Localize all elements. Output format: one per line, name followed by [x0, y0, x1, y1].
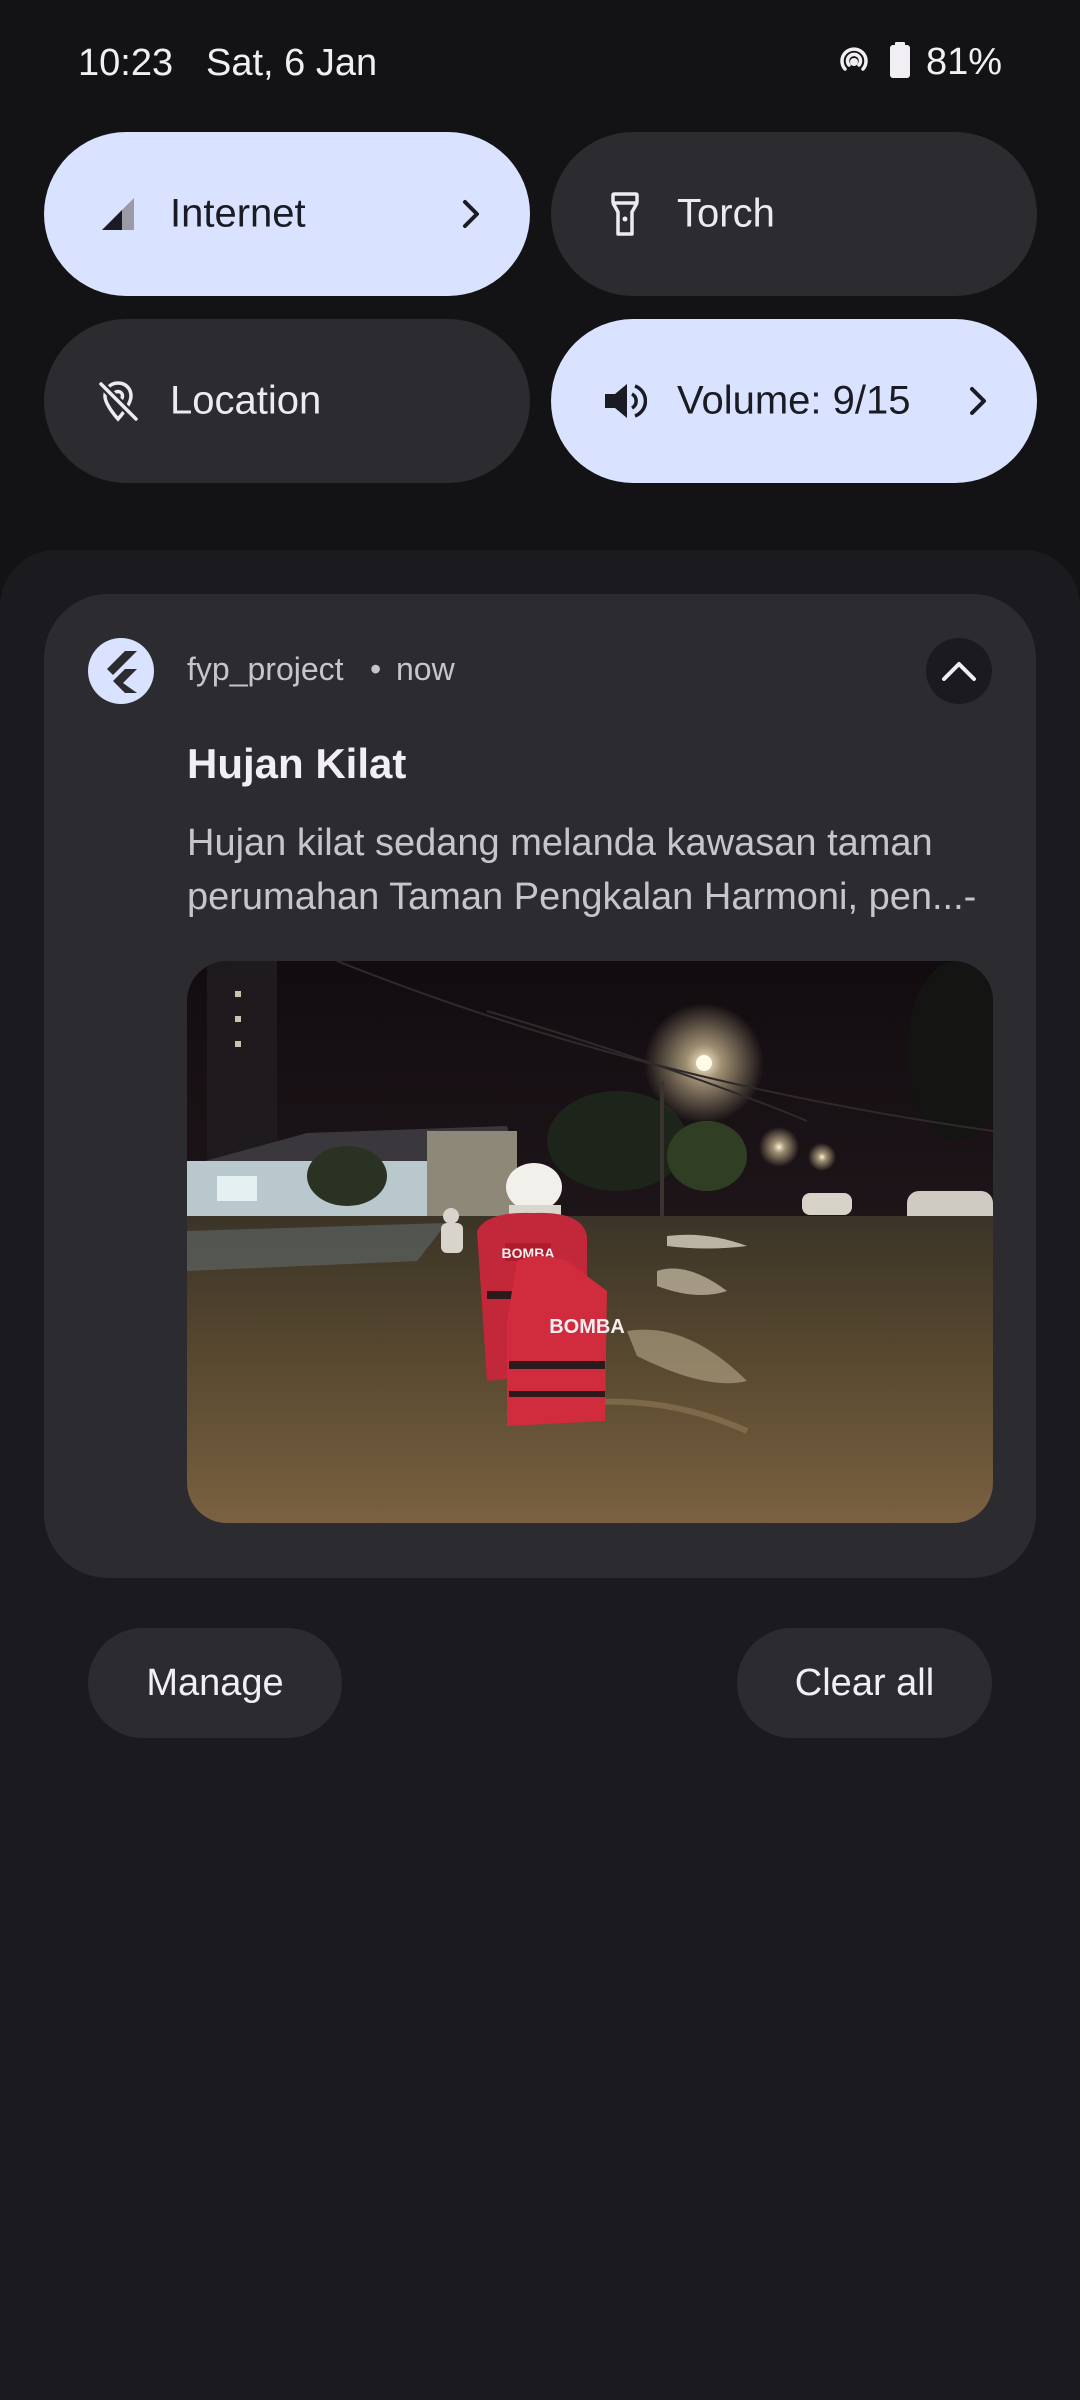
- tile-volume[interactable]: Volume: 9/15: [551, 319, 1037, 483]
- location-off-icon: [96, 379, 140, 423]
- tile-torch[interactable]: Torch: [551, 132, 1037, 296]
- notification-title: Hujan Kilat: [187, 740, 407, 787]
- volume-icon: [603, 379, 647, 423]
- notification-separator: •: [370, 651, 382, 687]
- manage-button[interactable]: Manage: [88, 1628, 342, 1738]
- tile-volume-label: Volume: 9/15: [677, 378, 911, 423]
- app-icon: [88, 638, 154, 704]
- chevron-right-icon: [963, 386, 993, 416]
- notification-time: now: [396, 651, 455, 687]
- battery-percent: 81%: [925, 41, 1002, 83]
- notification-shade-screen: 10:23 Sat, 6 Jan 81% Internet Torch Loca…: [0, 0, 1080, 2400]
- tile-torch-label: Torch: [677, 191, 775, 236]
- flood-rescue-photo[interactable]: BOMBA BOMBA: [187, 961, 993, 1523]
- notification-app-name: fyp_project: [187, 651, 344, 687]
- collapse-button[interactable]: [926, 638, 992, 704]
- signal-icon: [96, 192, 140, 236]
- hotspot-icon: [834, 40, 874, 85]
- status-bar: 10:23 Sat, 6 Jan 81%: [0, 0, 1080, 130]
- tile-internet-label: Internet: [170, 191, 306, 236]
- chevron-up-icon: [942, 662, 976, 681]
- battery-icon: [888, 40, 912, 85]
- clear-all-button[interactable]: Clear all: [737, 1628, 992, 1738]
- status-time: 10:23: [78, 42, 174, 84]
- tile-location[interactable]: Location: [44, 319, 530, 483]
- torch-icon: [603, 192, 647, 236]
- tile-location-label: Location: [170, 378, 322, 423]
- status-icons: 81%: [834, 40, 1002, 85]
- svg-text:BOMBA: BOMBA: [549, 1316, 625, 1338]
- chevron-right-icon: [456, 199, 486, 229]
- status-date: Sat, 6 Jan: [206, 42, 378, 84]
- tile-internet[interactable]: Internet: [44, 132, 530, 296]
- flutter-logo-icon: [107, 651, 137, 693]
- notification-body: Hujan kilat sedang melanda kawasan taman…: [187, 822, 977, 918]
